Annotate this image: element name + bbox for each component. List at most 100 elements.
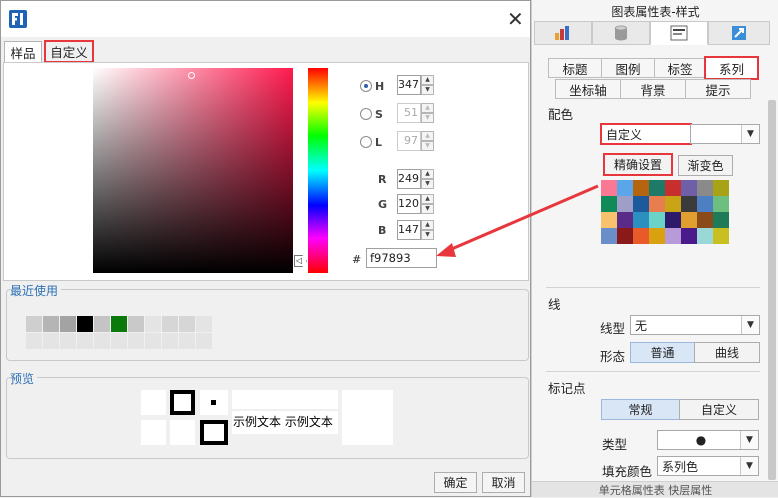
spin-down-icon[interactable]: ▼: [421, 230, 434, 240]
recent-color-swatch[interactable]: [77, 316, 93, 332]
palette-swatch[interactable]: [601, 196, 617, 212]
recent-color-swatch[interactable]: [60, 333, 76, 349]
r-value[interactable]: 249: [397, 169, 421, 189]
spin-up-icon[interactable]: ▲: [421, 220, 434, 230]
palette-swatch[interactable]: [633, 228, 649, 244]
cancel-button[interactable]: 取消: [482, 472, 525, 493]
tab-style[interactable]: [650, 21, 708, 45]
marker-type-select[interactable]: ● ▼: [657, 430, 759, 450]
recent-color-swatch[interactable]: [162, 316, 178, 332]
recent-color-swatch[interactable]: [26, 333, 42, 349]
recent-color-swatch[interactable]: [94, 333, 110, 349]
palette-swatch[interactable]: [681, 212, 697, 228]
palette-swatch[interactable]: [649, 212, 665, 228]
palette-swatch[interactable]: [649, 180, 665, 196]
palette-swatch[interactable]: [681, 228, 697, 244]
palette-swatch[interactable]: [665, 212, 681, 228]
palette-swatch[interactable]: [617, 196, 633, 212]
tab-samples[interactable]: 样品: [4, 41, 42, 62]
b-value[interactable]: 147: [397, 220, 421, 240]
palette-swatch[interactable]: [697, 212, 713, 228]
palette-swatch[interactable]: [713, 228, 729, 244]
radio-h[interactable]: [360, 80, 372, 92]
tab-title[interactable]: 标题: [548, 58, 602, 78]
recent-color-swatch[interactable]: [77, 333, 93, 349]
line-type-select[interactable]: 无 ▼: [630, 315, 760, 335]
palette-swatch[interactable]: [601, 228, 617, 244]
recent-color-swatch[interactable]: [145, 316, 161, 332]
palette-swatch[interactable]: [601, 180, 617, 196]
recent-color-swatch[interactable]: [196, 333, 212, 349]
fill-color-select[interactable]: 系列色 ▼: [657, 456, 759, 476]
h-value[interactable]: 347: [397, 75, 421, 95]
spin-down-icon[interactable]: ▼: [421, 179, 434, 189]
tab-special-effect[interactable]: [708, 21, 770, 45]
recent-color-swatch[interactable]: [111, 333, 127, 349]
palette-swatch[interactable]: [713, 212, 729, 228]
recent-color-swatch[interactable]: [43, 333, 59, 349]
palette-swatch[interactable]: [633, 196, 649, 212]
tab-label[interactable]: 标签: [654, 58, 706, 78]
palette-swatch[interactable]: [681, 196, 697, 212]
recent-color-swatch[interactable]: [43, 316, 59, 332]
marker-custom-button[interactable]: 自定义: [679, 399, 759, 420]
marker-normal-button[interactable]: 常规: [601, 399, 680, 420]
g-value[interactable]: 120: [397, 194, 421, 214]
recent-color-swatch[interactable]: [26, 316, 42, 332]
palette-swatch[interactable]: [697, 228, 713, 244]
palette-swatch[interactable]: [633, 180, 649, 196]
palette-swatch[interactable]: [665, 196, 681, 212]
color-picker-knob[interactable]: [188, 72, 195, 79]
g-spinner[interactable]: 120 ▲ ▼: [397, 194, 435, 214]
palette-swatch[interactable]: [697, 180, 713, 196]
r-spinner[interactable]: 249 ▲ ▼: [397, 169, 435, 189]
gradient-button[interactable]: 渐变色: [678, 155, 733, 176]
tab-axis[interactable]: 坐标轴: [555, 79, 621, 99]
radio-l[interactable]: [360, 136, 372, 148]
recent-color-swatch[interactable]: [145, 333, 161, 349]
recent-color-swatch[interactable]: [179, 316, 195, 332]
recent-color-swatch[interactable]: [196, 316, 212, 332]
precise-settings-button[interactable]: 精确设置: [603, 153, 673, 176]
palette-swatch[interactable]: [713, 196, 729, 212]
spin-down-icon[interactable]: ▼: [421, 85, 434, 95]
dialog-titlebar[interactable]: ✕: [1, 1, 530, 37]
panel-scrollbar[interactable]: [768, 100, 776, 480]
tab-custom[interactable]: 自定义: [44, 40, 94, 63]
h-spinner[interactable]: 347 ▲ ▼: [397, 75, 435, 95]
recent-color-swatch[interactable]: [128, 333, 144, 349]
b-spinner[interactable]: 147 ▲ ▼: [397, 220, 435, 240]
recent-color-swatch[interactable]: [179, 333, 195, 349]
palette-swatch[interactable]: [617, 228, 633, 244]
recent-color-swatch[interactable]: [94, 316, 110, 332]
spin-down-icon[interactable]: ▼: [421, 204, 434, 214]
color-scheme-dropdown[interactable]: ▼: [690, 124, 760, 144]
tab-legend[interactable]: 图例: [601, 58, 655, 78]
spin-up-icon[interactable]: ▲: [421, 194, 434, 204]
palette-swatch[interactable]: [633, 212, 649, 228]
spin-up-icon[interactable]: ▲: [421, 75, 434, 85]
recent-color-swatch[interactable]: [111, 316, 127, 332]
palette-swatch[interactable]: [665, 180, 681, 196]
palette-swatch[interactable]: [649, 228, 665, 244]
palette-swatch[interactable]: [713, 180, 729, 196]
hue-slider[interactable]: [308, 68, 328, 273]
ok-button[interactable]: 确定: [434, 472, 477, 493]
shape-curve-button[interactable]: 曲线: [694, 342, 760, 363]
palette-swatch[interactable]: [601, 212, 617, 228]
tab-series[interactable]: 系列: [704, 56, 759, 80]
shape-normal-button[interactable]: 普通: [630, 342, 695, 363]
palette-swatch[interactable]: [617, 180, 633, 196]
radio-s[interactable]: [360, 108, 372, 120]
bottom-tabs[interactable]: 单元格属性表 快层属性: [532, 481, 778, 497]
color-scheme-select[interactable]: 自定义: [600, 123, 692, 145]
recent-color-swatch[interactable]: [162, 333, 178, 349]
palette-swatch[interactable]: [681, 180, 697, 196]
palette-swatch[interactable]: [649, 196, 665, 212]
palette-swatch[interactable]: [665, 228, 681, 244]
tab-chart-type[interactable]: [534, 21, 592, 45]
hex-color-input[interactable]: f97893: [366, 248, 437, 268]
hue-slider-handle[interactable]: ◁: [294, 255, 307, 267]
tab-data[interactable]: [592, 21, 650, 45]
palette-swatch[interactable]: [697, 196, 713, 212]
